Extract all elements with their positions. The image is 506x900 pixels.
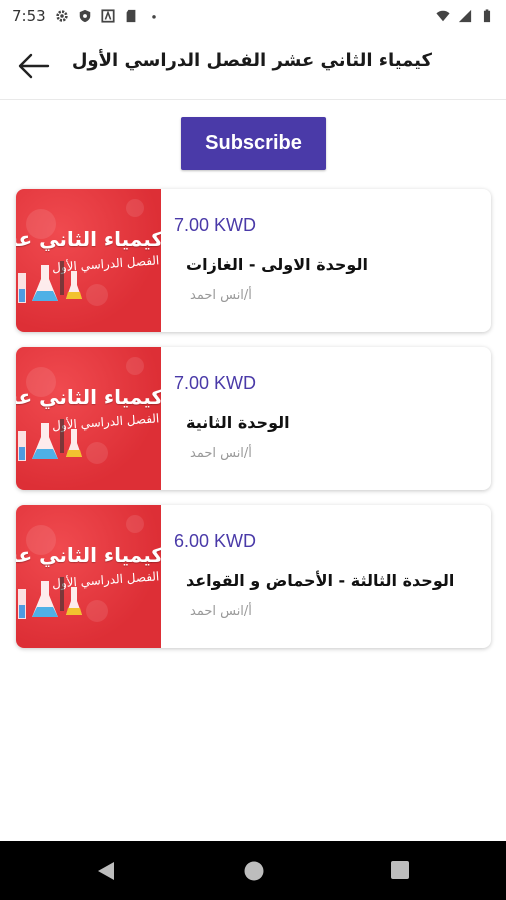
home-circle-icon[interactable] (243, 860, 265, 882)
font-icon (101, 9, 115, 23)
shield-icon (79, 9, 90, 23)
course-card[interactable]: كيمياء الثاني عشر الفصل الدراسي الأول 7.… (16, 189, 491, 332)
course-price: 7.00 KWD (174, 215, 257, 235)
navigation-bar (0, 841, 506, 900)
course-teacher: أ/انس احمد (190, 288, 252, 303)
course-price: 6.00 KWD (174, 531, 257, 551)
sd-card-icon (126, 9, 136, 23)
back-triangle-icon[interactable] (96, 860, 116, 882)
lab-flasks-icon (18, 577, 82, 619)
battery-icon (483, 9, 491, 23)
course-card[interactable]: كيمياء الثاني عشر الفصل الدراسي الأول 7.… (16, 347, 491, 490)
course-thumbnail: كيمياء الثاني عشر الفصل الدراسي الأول (16, 505, 161, 648)
course-thumbnail: كيمياء الثاني عشر الفصل الدراسي الأول (16, 347, 161, 490)
recents-square-icon[interactable] (390, 860, 410, 880)
lab-flasks-icon (18, 419, 82, 461)
lab-flasks-icon (18, 261, 82, 303)
thumbnail-title: كيمياء الثاني عشر (16, 385, 161, 409)
wifi-icon (436, 10, 450, 22)
course-list: كيمياء الثاني عشر الفصل الدراسي الأول 7.… (16, 189, 491, 663)
settings-icon (56, 10, 68, 22)
course-teacher: أ/انس احمد (190, 604, 252, 619)
course-thumbnail: كيمياء الثاني عشر الفصل الدراسي الأول (16, 189, 161, 332)
status-bar: 7:53 (0, 0, 506, 32)
thumbnail-title: كيمياء الثاني عشر (16, 227, 161, 251)
course-card[interactable]: كيمياء الثاني عشر الفصل الدراسي الأول 6.… (16, 505, 491, 648)
course-price: 7.00 KWD (174, 373, 257, 393)
status-time: 7:53 (12, 7, 46, 25)
app-bar: كيمياء الثاني عشر الفصل الدراسي الأول (0, 32, 506, 100)
course-title: الوحدة الثانية (186, 413, 290, 432)
course-title: الوحدة الاولى - الغازات (186, 255, 368, 274)
arrow-left-icon[interactable] (17, 52, 51, 80)
course-title: الوحدة الثالثة - الأحماض و القواعد (186, 571, 455, 590)
thumbnail-title: كيمياء الثاني عشر (16, 543, 161, 567)
subscribe-button[interactable]: Subscribe (181, 117, 326, 170)
dot-icon (151, 15, 156, 19)
page-title: كيمياء الثاني عشر الفصل الدراسي الأول (71, 50, 432, 71)
course-teacher: أ/انس احمد (190, 446, 252, 461)
signal-icon (458, 9, 472, 23)
